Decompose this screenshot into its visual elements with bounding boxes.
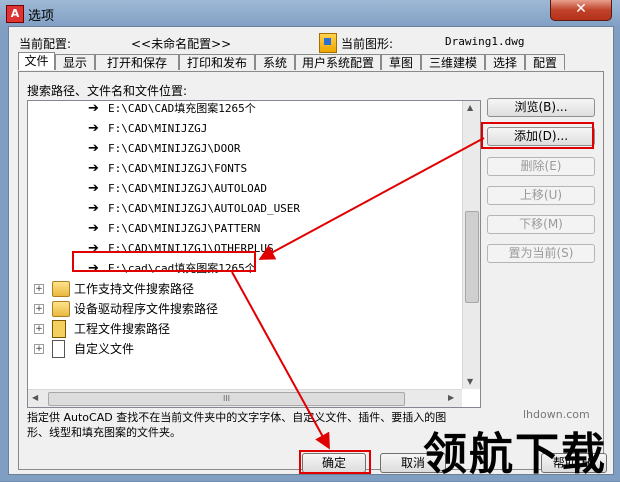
options-dialog: A 选项 ✕ 当前配置: <<未命名配置>> 当前图形: Drawing1.dw… <box>0 0 620 481</box>
arrow-add-to-path <box>258 137 485 260</box>
watermark-logo-text: 领航下载 <box>423 429 607 480</box>
arrow-path-to-ok <box>231 271 330 450</box>
